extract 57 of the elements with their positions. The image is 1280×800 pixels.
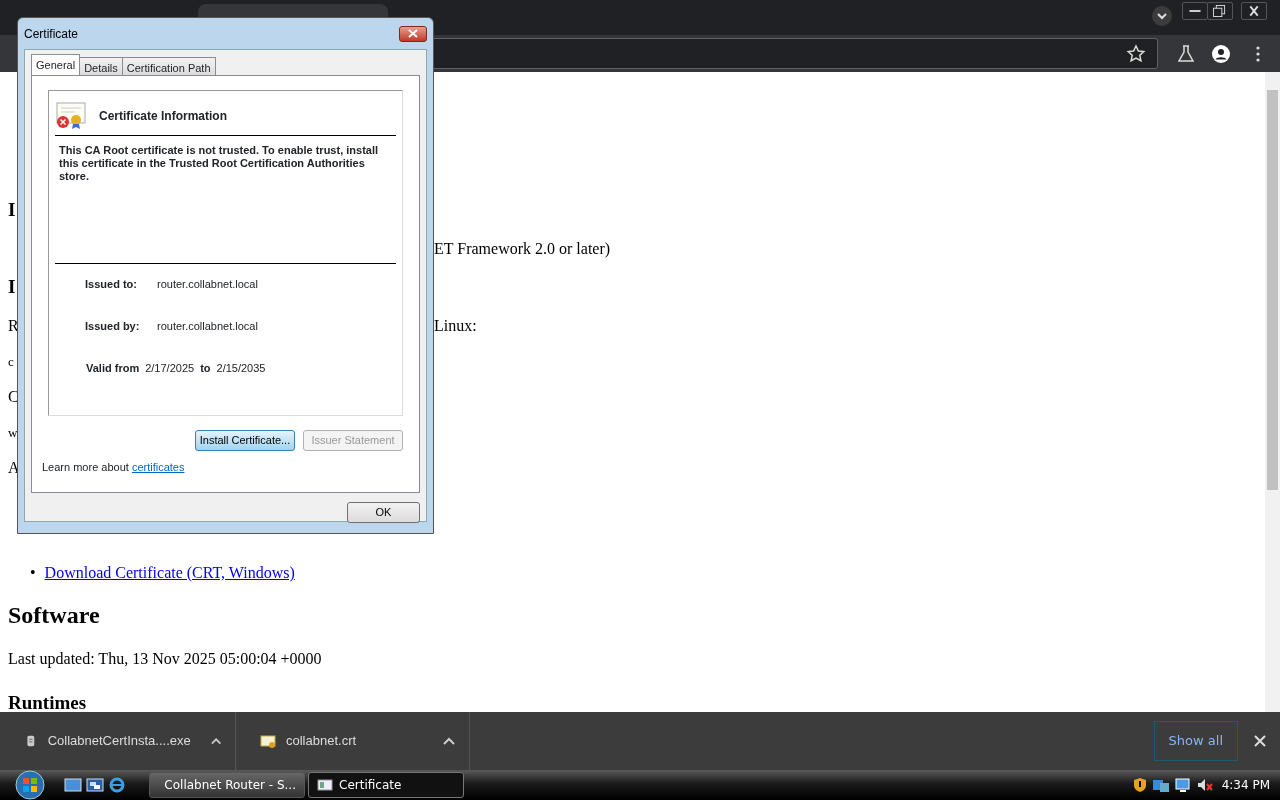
chevron-down-icon[interactable] — [1150, 6, 1174, 26]
section-heading: Software — [8, 601, 100, 630]
field-value: router.collabnet.local — [157, 319, 258, 334]
close-icon — [1254, 735, 1266, 747]
updated-text: Last updated: Thu, 13 Nov 2025 05:00:04 +0000 — [8, 649, 323, 670]
download-name[interactable]: CollabnetCertInsta....exe — [47, 731, 191, 751]
taskbar-button[interactable]: Certificate — [308, 772, 464, 798]
subsection-heading: I — [8, 276, 16, 298]
paragraph-text: Linux: — [433, 316, 477, 336]
dialog-tab[interactable]: Certification Path — [121, 57, 216, 75]
field-value: 2/17/2025 — [145, 361, 195, 376]
paragraph-text: R — [8, 317, 19, 334]
certificate-icon — [260, 733, 276, 749]
code-text: c — [8, 353, 14, 369]
dialog-tab[interactable]: Details — [79, 57, 123, 75]
close-icon — [408, 29, 418, 38]
certificate-icon — [317, 777, 333, 793]
ok-button[interactable]: OK — [347, 502, 420, 523]
profile-icon[interactable] — [1211, 44, 1231, 64]
caret-up-icon[interactable] — [443, 736, 455, 746]
field-label: Issued by: — [85, 319, 141, 334]
windows-icon[interactable] — [86, 777, 104, 793]
scrollbar[interactable] — [1265, 72, 1280, 712]
clock-text: 4:34 PM — [1221, 777, 1270, 794]
globe-e-icon[interactable] — [108, 777, 126, 793]
certificate-error-icon — [55, 102, 87, 130]
field-value: 2/15/2035 — [216, 361, 266, 376]
subsection-heading: Runtimes — [8, 691, 87, 715]
star-icon[interactable] — [1126, 44, 1146, 64]
caret-up-icon[interactable] — [210, 736, 221, 746]
dialog-button[interactable]: Install Certificate... — [195, 430, 295, 451]
muted-speaker-icon[interactable] — [1195, 777, 1214, 793]
scrollbar-thumb[interactable] — [1267, 90, 1278, 490]
field-value: router.collabnet.local — [157, 277, 258, 292]
close-button[interactable] — [399, 25, 427, 42]
shield-icon[interactable] — [1131, 777, 1148, 793]
paragraph-text: ET Framework 2.0 or later) — [433, 239, 611, 260]
desktop-icon[interactable] — [64, 777, 82, 793]
certificates-link[interactable]: certificates — [131, 460, 185, 473]
download-link[interactable]: Download Certificate (CRT, Windows) — [44, 564, 295, 581]
download-name[interactable]: collabnet.crt — [286, 731, 357, 751]
bullet-text: • — [30, 564, 36, 581]
field-label: to — [200, 361, 211, 376]
trust-message: This CA Root certificate is not trusted. To enable trust, install this certificate in the Trusted Root Certification Authorities store. — [59, 144, 380, 184]
dialog-tab[interactable]: General — [31, 54, 81, 75]
taskbar-button[interactable]: Collabnet Router - S... — [149, 772, 305, 798]
computer-icon[interactable] — [1173, 777, 1192, 793]
window-title: Certificate — [24, 25, 79, 43]
field-label: Issued to: — [85, 277, 138, 292]
code-text: w — [8, 424, 18, 440]
subsection-heading: I — [8, 199, 16, 221]
show-all-button[interactable]: Show all — [1153, 721, 1238, 761]
flask-icon[interactable] — [1176, 44, 1196, 64]
learn-more-text: Learn more about certificates — [42, 459, 186, 475]
network-icon[interactable] — [1151, 777, 1170, 793]
info-title: Certificate Information — [99, 108, 227, 125]
field-label: Valid from — [86, 361, 140, 376]
